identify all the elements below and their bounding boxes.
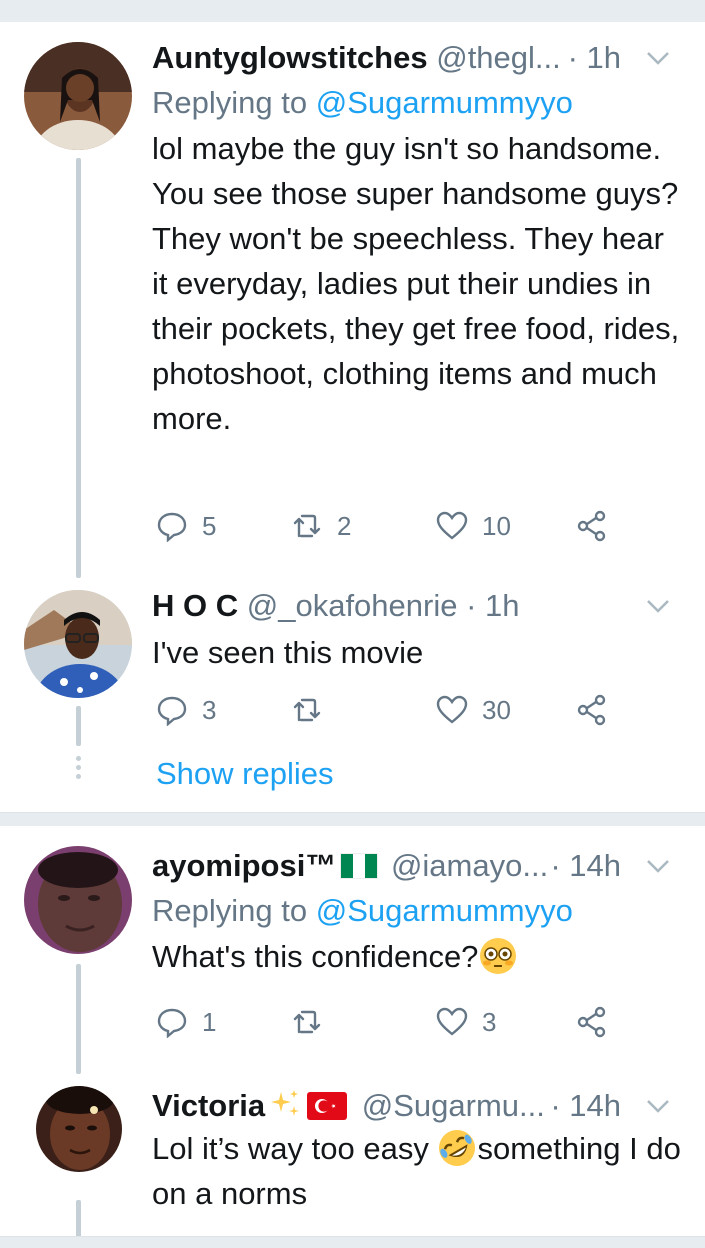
timestamp[interactable]: · 1h — [568, 38, 621, 78]
heart-icon — [436, 1007, 468, 1036]
timestamp[interactable]: · 14h — [550, 846, 621, 886]
retweet-icon — [293, 698, 321, 722]
nigeria-flag-icon — [340, 853, 379, 879]
reply-count: 3 — [202, 694, 217, 725]
author-name[interactable]: ayomiposi™ — [152, 848, 336, 883]
retweet-count: 2 — [337, 510, 352, 541]
chevron-down-icon[interactable] — [645, 596, 671, 616]
author-name[interactable]: H O C — [152, 588, 238, 623]
share-button[interactable] — [576, 1004, 622, 1040]
mention-link[interactable]: @Sugarmummyyo — [316, 893, 573, 928]
like-count: 10 — [482, 510, 511, 541]
thread-line — [76, 964, 81, 1074]
chevron-down-icon[interactable] — [645, 856, 671, 876]
section-separator — [0, 812, 705, 826]
like-count: 30 — [482, 694, 511, 725]
chevron-down-icon[interactable] — [645, 1096, 671, 1116]
reply-icon — [157, 512, 187, 542]
share-icon — [577, 1006, 606, 1038]
reply-button[interactable]: 1 — [156, 1004, 216, 1040]
avatar[interactable] — [24, 42, 132, 150]
like-button[interactable]: 30 — [436, 692, 511, 728]
author-handle[interactable]: @thegl... — [436, 40, 561, 75]
replying-to: Replying to @Sugarmummyyo — [152, 892, 681, 930]
reply-icon — [157, 1008, 187, 1038]
top-separator — [0, 0, 705, 22]
bottom-separator — [0, 1236, 705, 1248]
author-handle[interactable]: @iamayo... — [391, 848, 548, 883]
avatar[interactable] — [36, 1086, 122, 1172]
chevron-down-icon[interactable] — [645, 48, 671, 68]
retweet-button[interactable] — [291, 692, 337, 728]
share-button[interactable] — [576, 508, 622, 544]
heart-icon — [436, 511, 468, 540]
retweet-button[interactable]: 2 — [291, 508, 351, 544]
tweet-text-wrap: Lol it’s way too easy something I do on … — [152, 1126, 681, 1216]
author-handle[interactable]: @_okafohenrie — [247, 588, 458, 623]
tweet-text: I've seen this movie — [152, 635, 424, 670]
reply-icon — [157, 696, 187, 726]
reply-count: 1 — [202, 1006, 217, 1037]
tweet-text: lol maybe the guy isn't so handsome. You… — [152, 131, 680, 436]
like-count: 3 — [482, 1006, 497, 1037]
thread-dots — [76, 756, 81, 783]
thread-line — [76, 158, 81, 578]
retweet-button[interactable] — [291, 1004, 337, 1040]
turkey-flag-icon — [307, 1092, 348, 1120]
reply-button[interactable]: 3 — [156, 692, 216, 728]
share-icon — [577, 694, 606, 726]
rolling-laughing-emoji-icon — [439, 1130, 476, 1166]
retweet-icon — [293, 514, 321, 538]
mention-link[interactable]: @Sugarmummyyo — [316, 85, 573, 120]
replying-prefix: Replying to — [152, 85, 316, 120]
share-button[interactable] — [576, 692, 622, 728]
share-icon — [577, 510, 606, 542]
avatar[interactable] — [24, 590, 132, 698]
replying-prefix: Replying to — [152, 893, 316, 928]
replying-to: Replying to @Sugarmummyyo — [152, 84, 681, 122]
like-button[interactable]: 10 — [436, 508, 511, 544]
retweet-icon — [293, 1010, 321, 1034]
timestamp[interactable]: · 1h — [466, 588, 519, 623]
timestamp[interactable]: · 14h — [550, 1086, 621, 1126]
reply-count: 5 — [202, 510, 217, 541]
sparkles-icon — [271, 1090, 300, 1116]
flushed-face-emoji-icon — [480, 938, 517, 974]
like-button[interactable]: 3 — [436, 1004, 496, 1040]
thread-line — [76, 706, 81, 746]
author-name[interactable]: Auntyglowstitches — [152, 40, 428, 75]
tweet-text-part: Lol it’s way too easy — [152, 1131, 438, 1166]
heart-icon — [436, 695, 468, 724]
reply-button[interactable]: 5 — [156, 508, 216, 544]
show-replies-link[interactable]: Show replies — [156, 756, 333, 792]
tweet-text: What's this confidence? — [152, 939, 479, 974]
author-name[interactable]: Victoria — [152, 1088, 265, 1123]
avatar[interactable] — [24, 846, 132, 954]
author-handle[interactable]: @Sugarmu... — [362, 1088, 545, 1123]
tweet-text-wrap: What's this confidence? — [152, 934, 681, 979]
